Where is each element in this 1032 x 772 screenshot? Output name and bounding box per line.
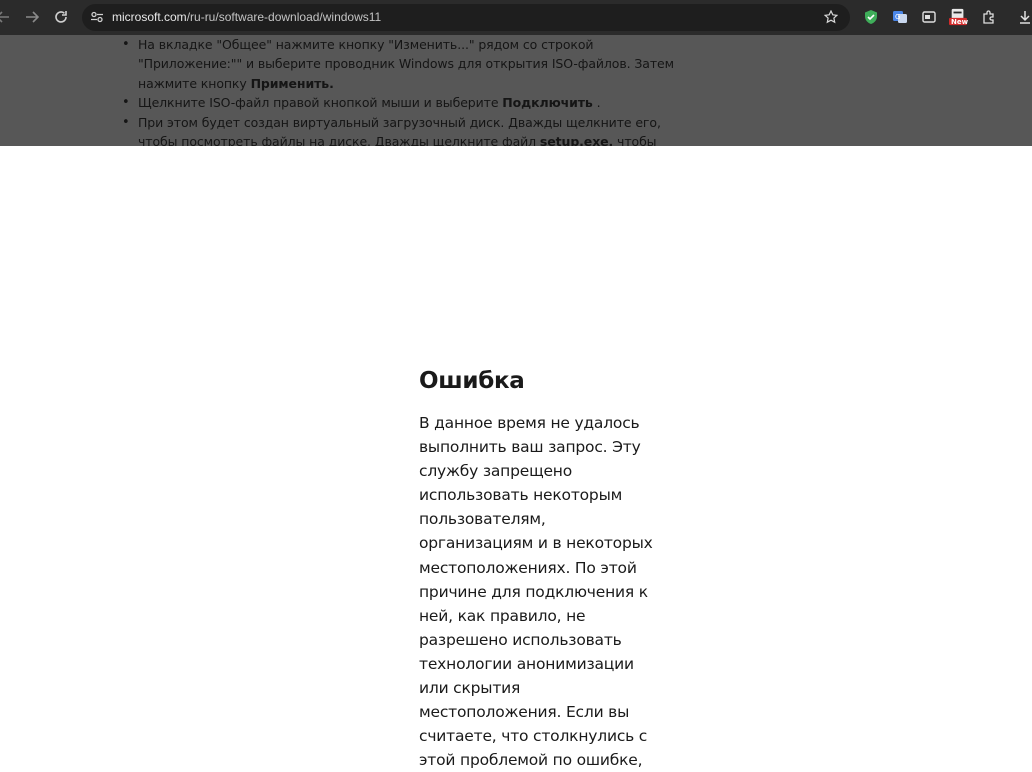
list-item: Щелкните ISO-файл правой кнопкой мыши и … xyxy=(120,93,680,113)
bookmark-star-icon[interactable] xyxy=(822,8,840,26)
instructions-list: На вкладке "Общее" нажмите кнопку "Измен… xyxy=(120,35,680,146)
url-text: microsoft.com/ru-ru/software-download/wi… xyxy=(112,10,381,24)
extensions-puzzle-icon[interactable] xyxy=(980,8,998,26)
window-extension-icon[interactable] xyxy=(920,8,938,26)
setup-keyword: setup.exe, xyxy=(539,134,614,146)
error-title: Ошибка xyxy=(419,368,525,394)
apply-keyword: Применить. xyxy=(250,75,334,91)
svg-text:G: G xyxy=(895,13,900,21)
list-item: При этом будет создан виртуальный загруз… xyxy=(120,113,680,146)
url-domain: microsoft.com xyxy=(112,10,187,24)
site-settings-icon[interactable] xyxy=(88,8,106,26)
new-badge-label: New xyxy=(951,18,969,26)
instruction-1-text: На вкладке "Общее" нажмите кнопку "Измен… xyxy=(138,37,674,91)
shield-extension-icon[interactable] xyxy=(862,8,880,26)
reload-icon[interactable] xyxy=(52,8,70,26)
instruction-2-text: Щелкните ISO-файл правой кнопкой мыши и … xyxy=(138,95,503,111)
error-message: В данное время не удалось выполнить ваш … xyxy=(419,414,653,770)
address-bar[interactable]: microsoft.com/ru-ru/software-download/wi… xyxy=(82,4,850,31)
mount-keyword: Подключить xyxy=(502,95,593,111)
download-icon[interactable] xyxy=(1016,8,1032,26)
back-icon[interactable] xyxy=(0,8,12,26)
forward-icon[interactable] xyxy=(23,8,41,26)
translate-extension-icon[interactable]: G xyxy=(891,8,909,26)
browser-toolbar: microsoft.com/ru-ru/software-download/wi… xyxy=(0,0,1032,35)
dimmed-page-content: На вкладке "Общее" нажмите кнопку "Измен… xyxy=(0,35,1032,146)
new-badge-extension-icon[interactable]: New xyxy=(949,8,969,26)
list-item: На вкладке "Общее" нажмите кнопку "Измен… xyxy=(120,35,680,93)
instruction-2-end: . xyxy=(592,95,601,111)
url-path: /ru-ru/software-download/windows11 xyxy=(186,10,382,24)
